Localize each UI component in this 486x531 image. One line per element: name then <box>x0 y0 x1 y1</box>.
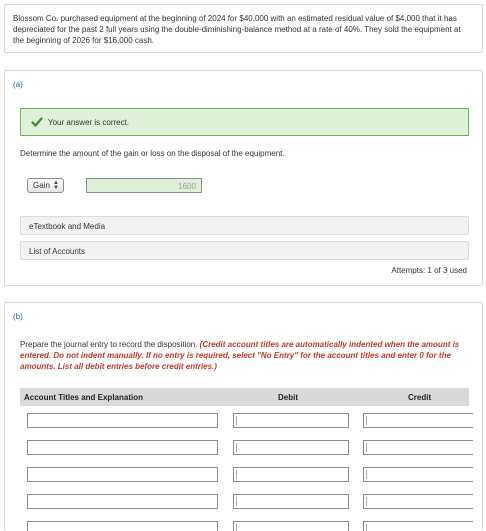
account-title-input[interactable] <box>27 413 218 428</box>
gain-loss-select-value: Gain <box>33 181 50 190</box>
column-header-account: Account Titles and Explanation <box>24 393 143 402</box>
select-arrows-icon: ▲ ▼ <box>53 180 59 191</box>
part-a-label: (a) <box>13 80 23 89</box>
problem-text: Blossom Co. purchased equipment at the b… <box>13 14 461 45</box>
gain-loss-select[interactable]: Gain ▲ ▼ <box>27 178 64 193</box>
column-header-credit: Credit <box>408 393 432 402</box>
journal-entry-row <box>20 413 473 429</box>
debit-amount-input[interactable] <box>233 521 349 531</box>
part-b-question: Prepare the journal entry to record the … <box>20 339 472 372</box>
journal-entry-row <box>20 467 473 483</box>
credit-amount-input[interactable] <box>363 440 473 455</box>
journal-entry-header: Account Titles and Explanation Debit Cre… <box>20 388 469 406</box>
list-of-accounts-link[interactable]: List of Accounts <box>20 241 469 260</box>
part-b-question-text: Prepare the journal entry to record the … <box>20 340 200 349</box>
credit-amount-input[interactable] <box>363 413 473 428</box>
debit-amount-input[interactable] <box>233 494 349 509</box>
column-header-debit: Debit <box>278 393 298 402</box>
account-title-input[interactable] <box>27 521 218 531</box>
part-a-question: Determine the amount of the gain or loss… <box>20 149 285 158</box>
account-title-input[interactable] <box>27 440 218 455</box>
credit-amount-input[interactable] <box>363 494 473 509</box>
debit-amount-input[interactable] <box>233 440 349 455</box>
account-title-input[interactable] <box>27 494 218 509</box>
debit-amount-input[interactable] <box>233 467 349 482</box>
checkmark-icon <box>31 117 43 127</box>
journal-entry-row <box>20 494 473 510</box>
etextbook-media-link[interactable]: eTextbook and Media <box>20 216 469 235</box>
problem-statement: Blossom Co. purchased equipment at the b… <box>4 4 483 53</box>
journal-entry-row <box>20 440 473 456</box>
part-a-section: (a) Your answer is correct. Determine th… <box>4 70 483 286</box>
account-title-input[interactable] <box>27 467 218 482</box>
feedback-text: Your answer is correct. <box>48 118 130 127</box>
part-b-section: (b) Prepare the journal entry to record … <box>4 302 483 531</box>
gain-loss-amount-input[interactable]: 1600 <box>86 178 202 193</box>
correct-feedback-banner: Your answer is correct. <box>20 108 469 136</box>
credit-amount-input[interactable] <box>363 467 473 482</box>
debit-amount-input[interactable] <box>233 413 349 428</box>
part-b-label: (b) <box>13 312 23 321</box>
attempts-counter: Attempts: 1 of 3 used <box>391 266 467 275</box>
credit-amount-input[interactable] <box>363 521 473 531</box>
journal-entry-row <box>20 521 473 531</box>
